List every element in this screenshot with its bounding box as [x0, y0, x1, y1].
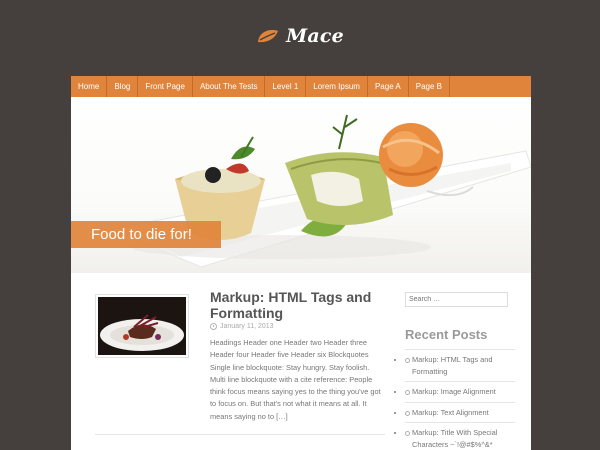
recent-post-link[interactable]: Markup: HTML Tags and Formatting	[405, 349, 515, 381]
recent-post-link[interactable]: Markup: Text Alignment	[405, 401, 515, 423]
site-logo[interactable]: Mace	[256, 25, 344, 47]
hero-caption[interactable]: Food to die for!	[71, 221, 221, 248]
nav-item-level-1[interactable]: Level 1	[265, 76, 307, 97]
recent-posts-list: Markup: HTML Tags and Formatting Markup:…	[405, 349, 515, 450]
nav-item-page-a[interactable]: Page A	[368, 76, 409, 97]
recent-post-link[interactable]: Markup: Image Alignment	[405, 381, 515, 402]
post-divider	[95, 434, 385, 435]
hero-slider[interactable]: Food to die for!	[71, 97, 531, 273]
post-excerpt: Headings Header one Header two Header th…	[210, 338, 381, 421]
nav-item-front-page[interactable]: Front Page	[138, 76, 193, 97]
nav-item-blog[interactable]: Blog	[107, 76, 139, 97]
site-title[interactable]: Mace	[286, 25, 344, 47]
recent-post-link[interactable]: Markup: Title With Special Characters ~`…	[405, 422, 515, 450]
post-date[interactable]: January 11, 2013	[210, 323, 274, 330]
post-date-text[interactable]: January 11, 2013	[220, 323, 274, 330]
main-navigation: Home Blog Front Page About The Tests Lev…	[71, 76, 531, 97]
nav-item-lorem-ipsum[interactable]: Lorem Ipsum	[306, 76, 368, 97]
clock-icon	[210, 323, 217, 330]
leaf-icon	[258, 30, 279, 43]
search-input[interactable]	[405, 292, 508, 307]
recent-posts-heading: Recent Posts	[405, 327, 488, 342]
site-header: Mace	[0, 0, 600, 76]
nav-item-home[interactable]: Home	[71, 76, 108, 97]
post-title[interactable]: Markup: HTML Tags and Formatting	[210, 289, 390, 321]
post-thumbnail[interactable]	[95, 294, 189, 358]
nav-item-page-b[interactable]: Page B	[409, 76, 451, 97]
page-container: Home Blog Front Page About The Tests Lev…	[71, 76, 531, 450]
nav-item-about-the-tests[interactable]: About The Tests	[193, 76, 266, 97]
post-thumbnail-image	[98, 297, 186, 355]
content-area: Markup: HTML Tags and Formatting January…	[71, 273, 531, 450]
